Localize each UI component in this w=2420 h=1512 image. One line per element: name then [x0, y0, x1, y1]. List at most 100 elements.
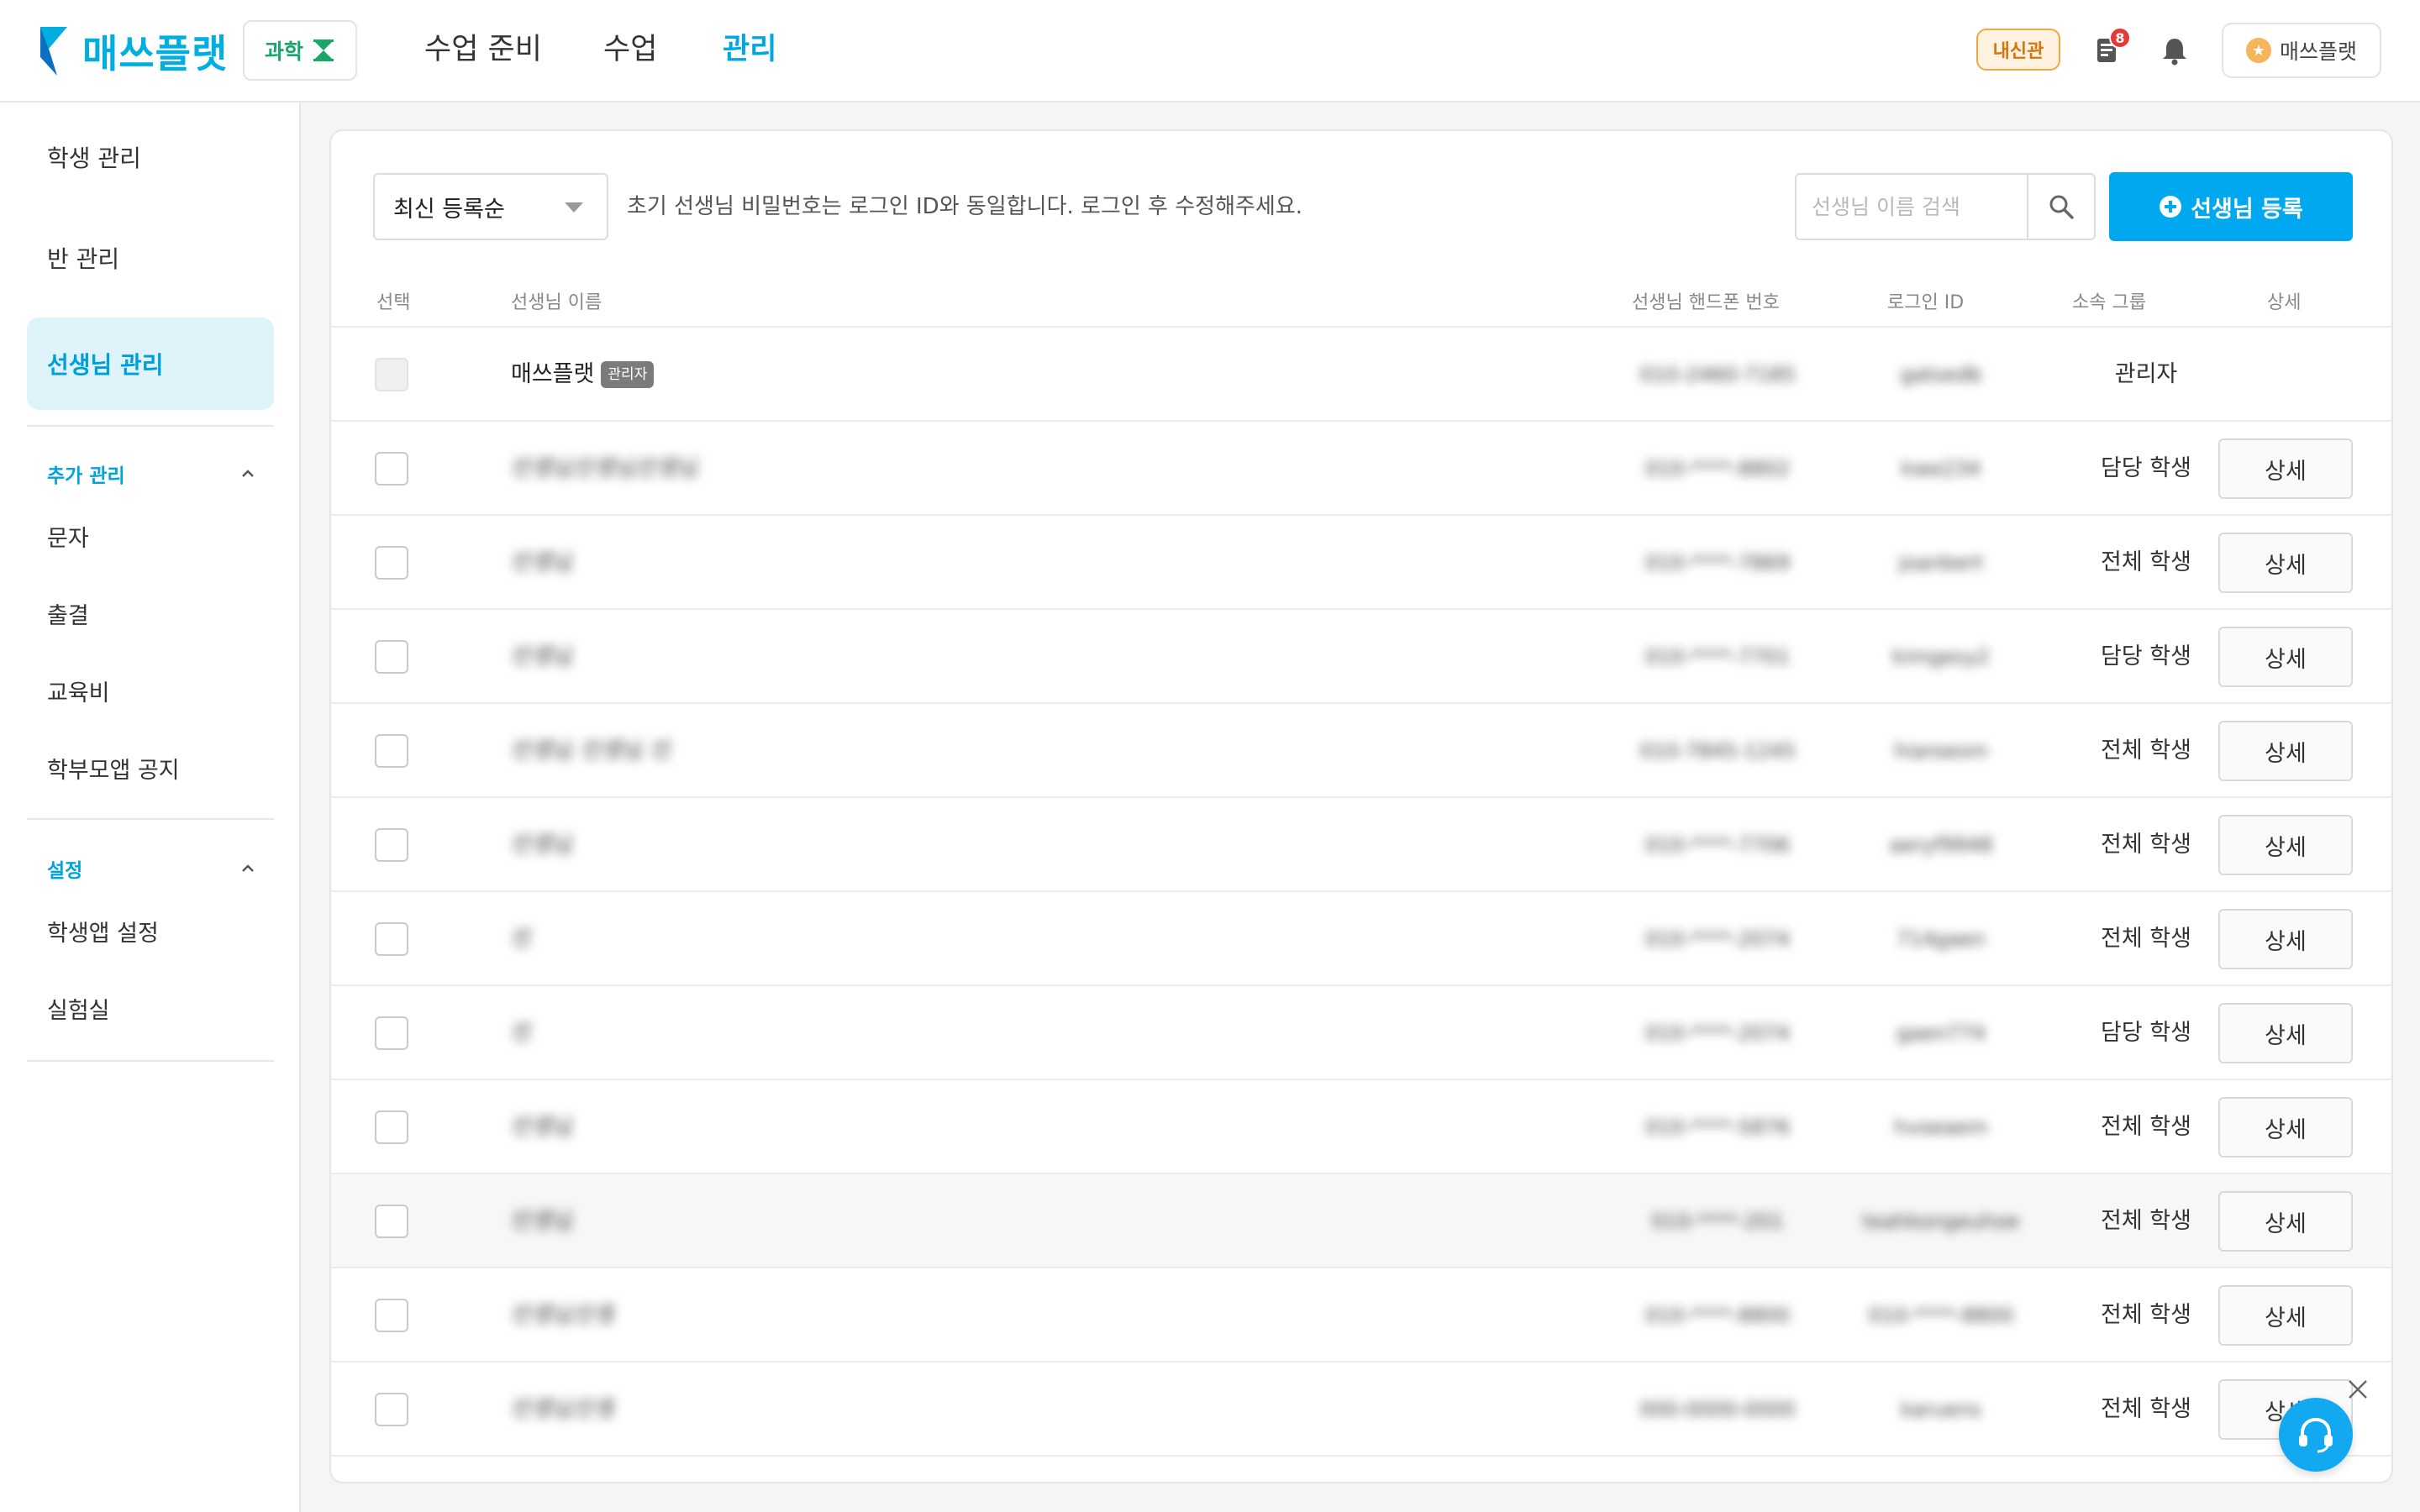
sidebar-item-student-app-settings[interactable]: 학생앱 설정	[47, 916, 159, 953]
teacher-name-text: 선생님선생	[511, 1396, 616, 1422]
row-checkbox[interactable]	[375, 452, 408, 486]
sidebar-item-tuition[interactable]: 교육비	[47, 675, 110, 712]
sidebar-item-classes[interactable]: 반 관리	[27, 212, 274, 304]
teacher-name-text: 선생님	[511, 643, 574, 669]
logo[interactable]: 매쓰플랫	[37, 22, 228, 81]
detail-button[interactable]: 상세	[2218, 627, 2353, 687]
close-icon[interactable]	[2346, 1378, 2370, 1401]
teacher-name: 선생님선생	[511, 1391, 615, 1428]
sidebar-item-lab[interactable]: 실험실	[47, 993, 110, 1030]
teacher-name-text: 선	[511, 926, 532, 952]
sidebar-section-extra[interactable]: 추가 관리	[47, 457, 257, 491]
top-header: 매쓰플랫 과학 수업 준비 수업 관리 내신관 8 ★ 매쓰플랫	[0, 0, 2420, 102]
chevron-up-icon	[242, 864, 254, 872]
sort-select[interactable]: 최신 등록순	[373, 173, 608, 240]
row-checkbox[interactable]	[375, 1299, 408, 1332]
table-row: 매쓰플랫 관리자 010-2460-7185 gatsedb 관리자	[331, 328, 2391, 422]
teacher-name: 선생님선생님선생님	[511, 450, 699, 487]
sidebar-item-students[interactable]: 학생 관리	[27, 111, 274, 203]
teacher-name: 선생님	[511, 1109, 574, 1146]
teacher-phone: 000-0000-0000	[1639, 1398, 1796, 1421]
user-name: 매쓰플랫	[2279, 39, 2357, 64]
row-checkbox[interactable]	[375, 734, 408, 768]
support-chat-button[interactable]	[2279, 1398, 2353, 1472]
subject-selector[interactable]: 과학	[243, 20, 357, 81]
teacher-group: 전체 학생	[2101, 738, 2191, 764]
teacher-name-text: 선생님 선생님 선	[511, 738, 672, 764]
search-icon	[2049, 195, 2074, 219]
table-row: 선 010-****-2074 714gaen 전체 학생 상세	[331, 892, 2391, 986]
teacher-login-id: hvoeaem	[1894, 1116, 1988, 1139]
sidebar-divider	[27, 818, 274, 820]
table-row: 선생님 010-****-201 teahkongeuhoe 전체 학생 상세	[331, 1174, 2391, 1268]
detail-button[interactable]: 상세	[2218, 815, 2353, 875]
row-checkbox[interactable]	[375, 922, 408, 956]
sidebar-divider	[27, 425, 274, 427]
sidebar-section-settings[interactable]: 설정	[47, 852, 257, 885]
detail-button[interactable]: 상세	[2218, 1097, 2353, 1158]
teacher-name-text: 매쓰플랫	[511, 361, 595, 387]
column-header-group: 소속 그룹	[2072, 292, 2146, 313]
search-button[interactable]	[2027, 175, 2094, 239]
bell-icon[interactable]	[2158, 34, 2191, 67]
teacher-group: 담당 학생	[2101, 1020, 2191, 1046]
detail-button[interactable]: 상세	[2218, 1003, 2353, 1063]
row-checkbox[interactable]	[375, 1110, 408, 1144]
naesin-button[interactable]: 내신관	[1976, 29, 2060, 71]
column-header-phone: 선생님 핸드폰 번호	[1632, 292, 1780, 313]
logo-icon	[40, 27, 67, 76]
register-teacher-label: 선생님 등록	[2191, 196, 2303, 223]
teacher-group: 전체 학생	[2101, 549, 2191, 575]
sidebar-item-sms[interactable]: 문자	[47, 521, 89, 558]
row-checkbox[interactable]	[375, 1016, 408, 1050]
nav-class-prep[interactable]: 수업 준비	[424, 29, 542, 71]
teacher-login-id: teahkongeuhoe	[1862, 1210, 2020, 1233]
detail-button[interactable]: 상세	[2218, 533, 2353, 593]
teacher-phone: 010-7845-1245	[1639, 739, 1796, 763]
row-checkbox[interactable]	[375, 640, 408, 674]
teacher-login-id: joanbert	[1898, 551, 1984, 575]
teacher-name: 매쓰플랫 관리자	[511, 356, 655, 393]
sidebar-item-label: 학생 관리	[47, 144, 141, 172]
teacher-group: 전체 학생	[2101, 1302, 2191, 1328]
teacher-name: 선	[511, 921, 532, 958]
teacher-login-id: hiaroesm	[1894, 739, 1988, 763]
detail-button[interactable]: 상세	[2218, 1191, 2353, 1252]
sidebar-divider	[27, 1060, 274, 1062]
table-row: 선생님 010-****-7706 aeryf9948 전체 학생 상세	[331, 798, 2391, 892]
teacher-name: 선생님	[511, 544, 574, 581]
teacher-group: 전체 학생	[2101, 1396, 2191, 1422]
search-input[interactable]	[1797, 175, 2027, 239]
teacher-phone: 010-2460-7185	[1639, 363, 1796, 386]
sidebar-item-parent-notice[interactable]: 학부모앱 공지	[47, 753, 180, 790]
detail-button[interactable]: 상세	[2218, 1285, 2353, 1346]
teacher-name-text: 선생님	[511, 549, 574, 575]
sidebar-item-attendance[interactable]: 출결	[47, 598, 89, 635]
teacher-name: 선생님	[511, 638, 574, 675]
teacher-login-id: kimgesy2	[1892, 645, 1990, 669]
teacher-name: 선생님	[511, 827, 574, 864]
teacher-login-id: 010-****-8800	[1868, 1304, 2014, 1327]
detail-button[interactable]: 상세	[2218, 438, 2353, 499]
row-checkbox[interactable]	[375, 1393, 408, 1426]
subject-label: 과학	[264, 39, 303, 64]
column-header-name: 선생님 이름	[511, 292, 602, 313]
row-checkbox[interactable]	[375, 546, 408, 580]
row-checkbox[interactable]	[375, 1205, 408, 1238]
teacher-group: 담당 학생	[2101, 643, 2191, 669]
sidebar-item-teachers[interactable]: 선생님 관리	[27, 318, 274, 410]
nav-manage[interactable]: 관리	[723, 29, 776, 71]
user-menu-button[interactable]: ★ 매쓰플랫	[2222, 23, 2381, 78]
teacher-name: 선생님	[511, 1203, 574, 1240]
table-row: 선생님 선생님 선 010-7845-1245 hiaroesm 전체 학생 상세	[331, 704, 2391, 798]
nav-class[interactable]: 수업	[603, 29, 657, 71]
register-teacher-button[interactable]: 선생님 등록	[2109, 172, 2353, 241]
detail-button[interactable]: 상세	[2218, 721, 2353, 781]
detail-button[interactable]: 상세	[2218, 909, 2353, 969]
plus-circle-icon	[2160, 196, 2182, 218]
row-checkbox[interactable]	[375, 828, 408, 862]
teacher-name-text: 선생님선생	[511, 1302, 616, 1328]
table-row: 선 010-****-2074 gaen774 담당 학생 상세	[331, 986, 2391, 1080]
teacher-phone: 010-****-7701	[1644, 645, 1791, 669]
table-row: 선생님 010-****-7869 joanbert 전체 학생 상세	[331, 516, 2391, 610]
